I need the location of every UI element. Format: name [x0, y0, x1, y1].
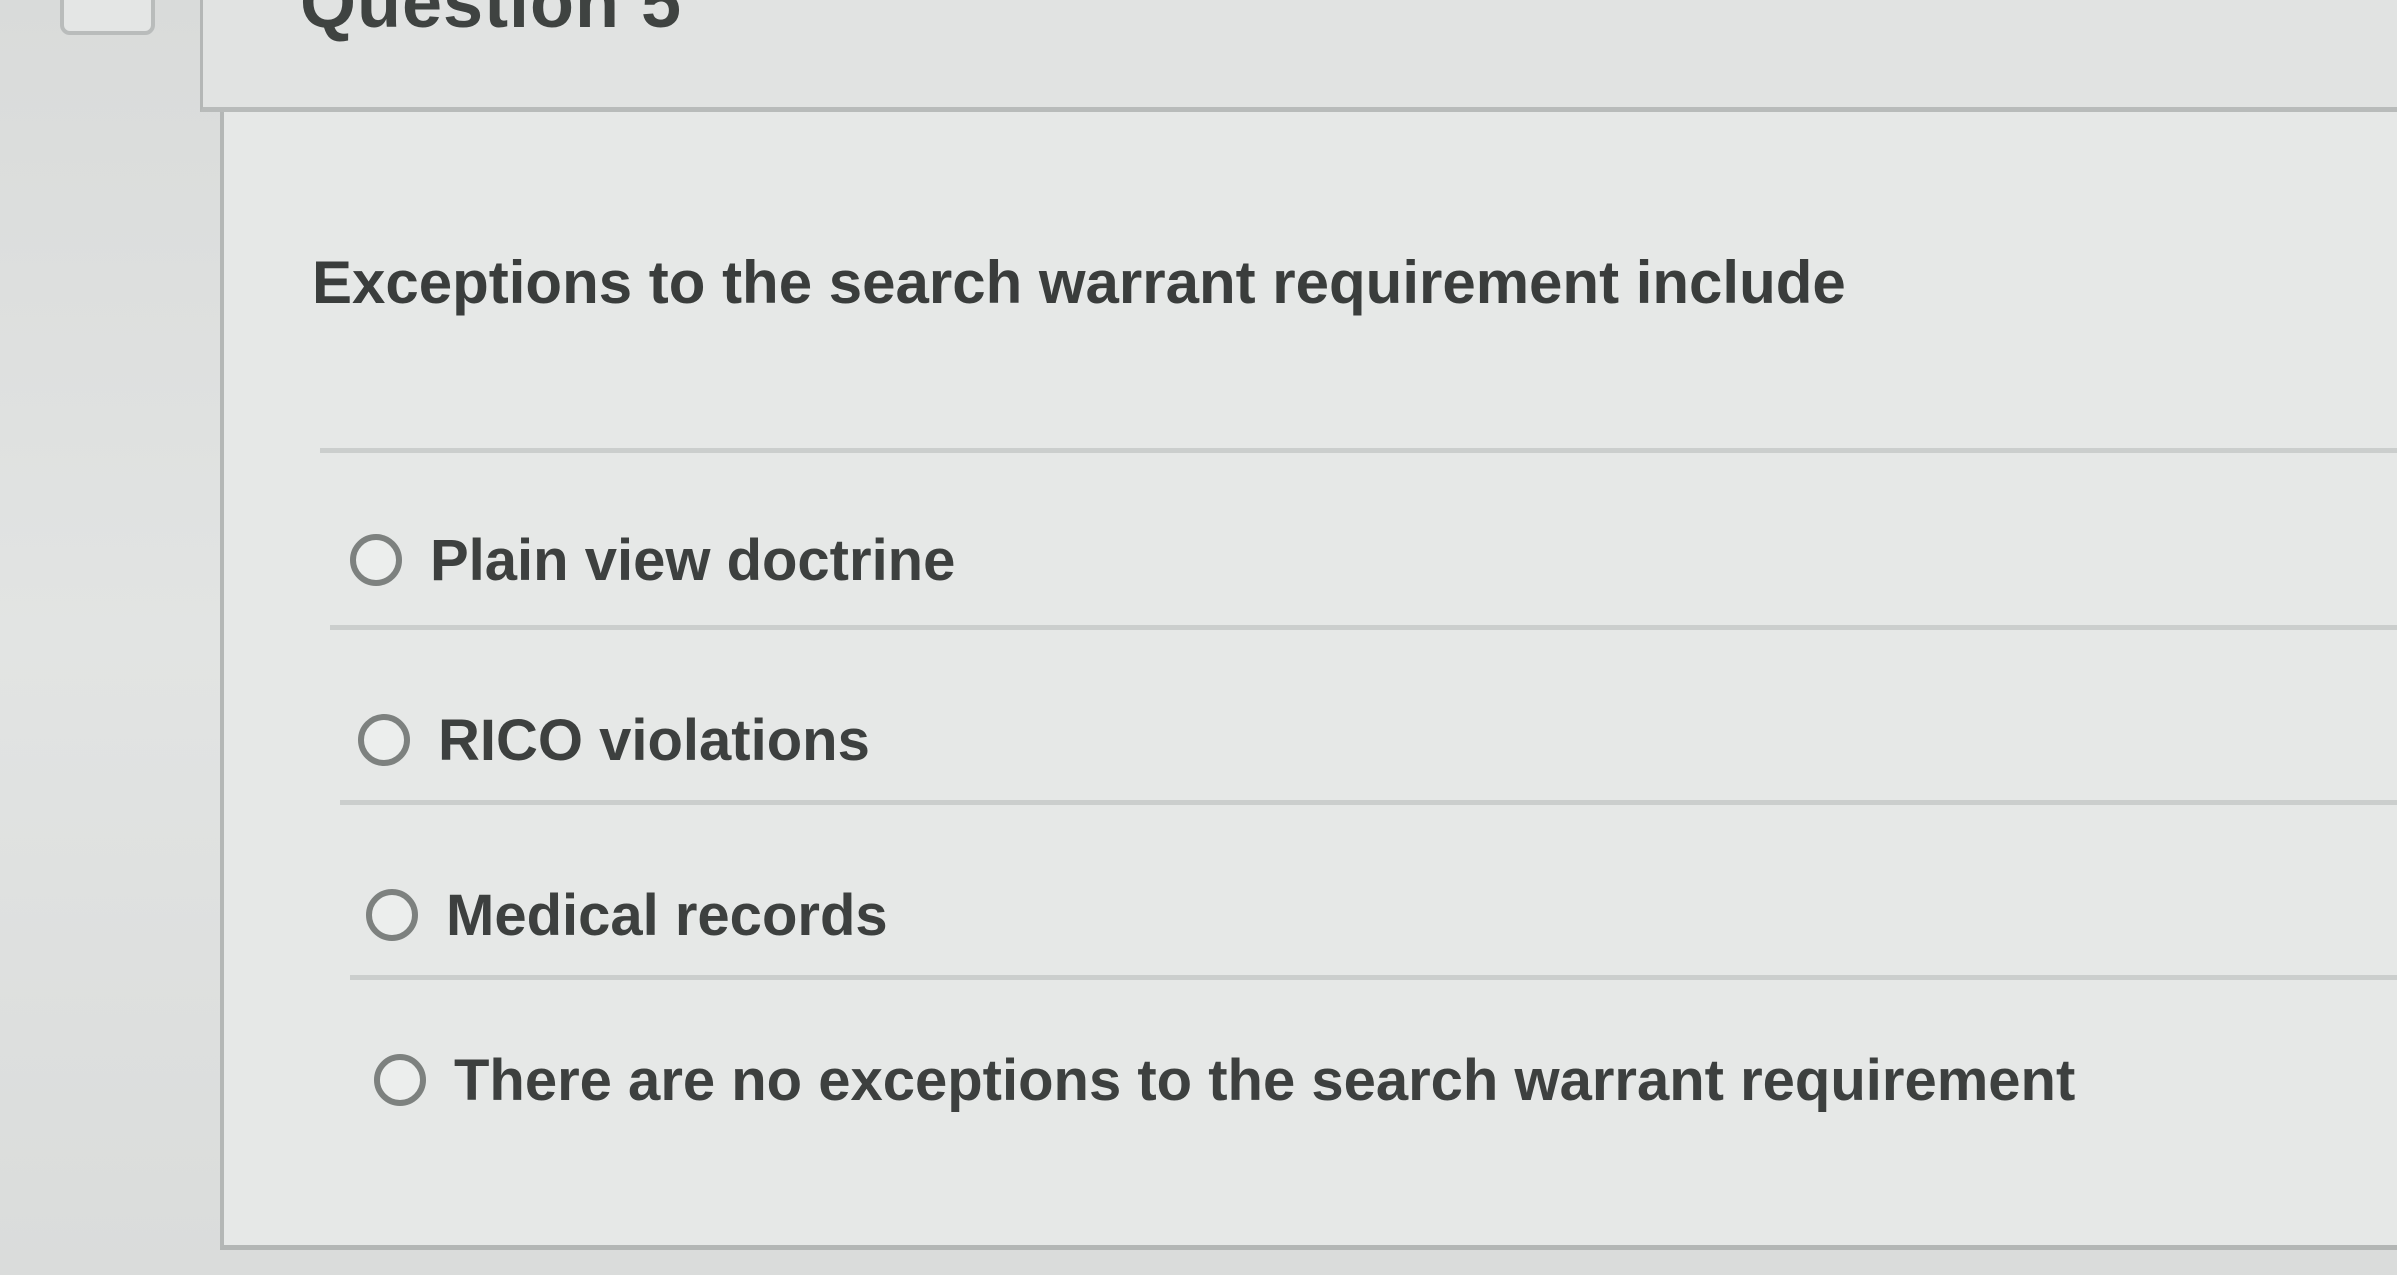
answer-option[interactable]: There are no exceptions to the search wa…: [374, 1025, 2075, 1135]
answer-option[interactable]: Plain view doctrine: [350, 505, 955, 615]
question-prompt: Exceptions to the search warrant require…: [312, 249, 1846, 316]
radio-button[interactable]: [358, 714, 410, 766]
flag-question-checkbox[interactable]: [60, 0, 155, 35]
answer-label: Plain view doctrine: [430, 527, 956, 593]
radio-button[interactable]: [350, 534, 402, 586]
divider: [320, 448, 2397, 453]
answer-label: There are no exceptions to the search wa…: [454, 1047, 2076, 1113]
question-number: Question 5: [300, 0, 683, 43]
divider: [340, 800, 2397, 805]
radio-button[interactable]: [374, 1054, 426, 1106]
answer-label: RICO violations: [438, 707, 870, 773]
quiz-page: Question 5 Exceptions to the search warr…: [0, 0, 2397, 1275]
answer-option[interactable]: RICO violations: [358, 685, 870, 795]
answer-option[interactable]: Medical records: [366, 860, 888, 970]
radio-button[interactable]: [366, 889, 418, 941]
answer-label: Medical records: [446, 882, 888, 948]
divider: [330, 625, 2397, 630]
divider: [350, 975, 2397, 980]
